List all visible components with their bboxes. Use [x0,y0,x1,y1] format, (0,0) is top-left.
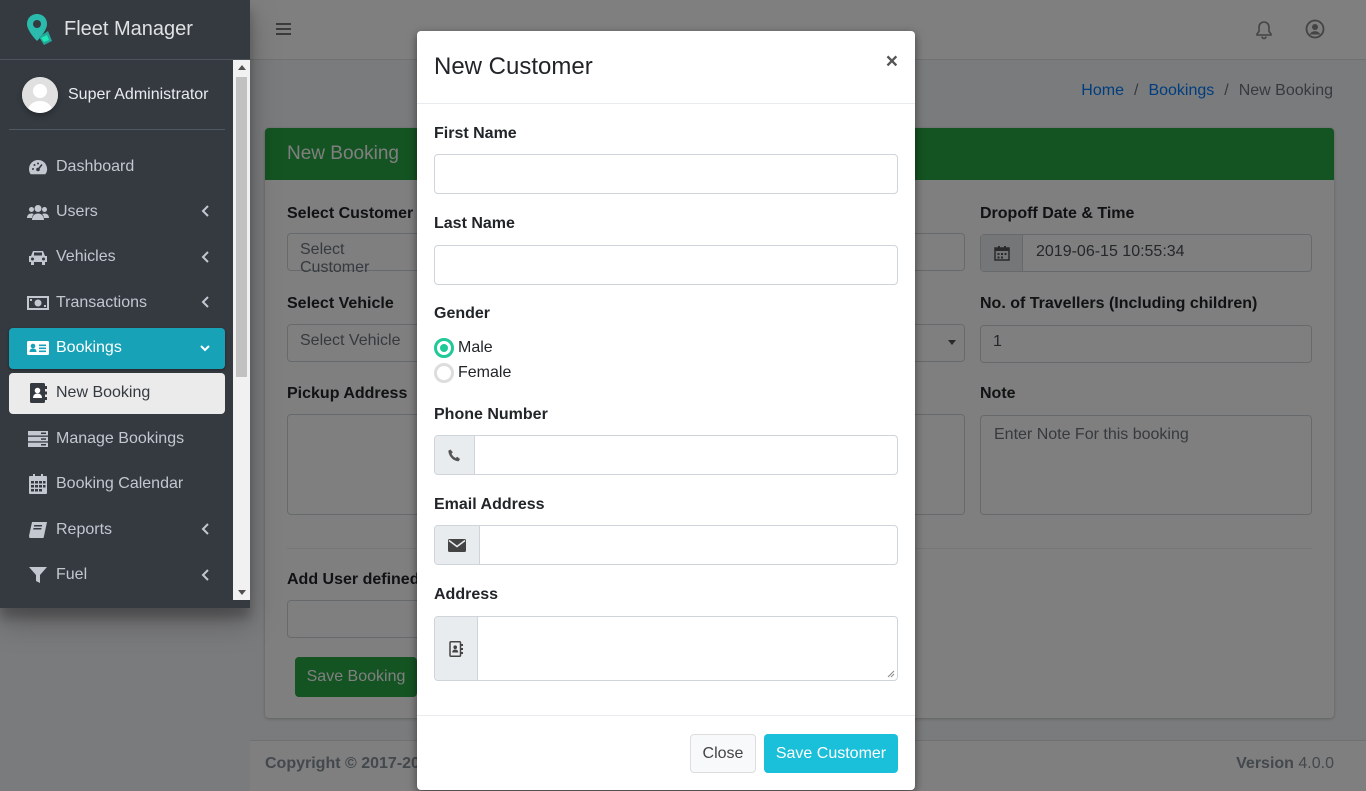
address-input-group [434,616,898,681]
sidebar-item-dashboard[interactable]: Dashboard [9,146,225,187]
fleet-logo-icon [27,13,52,45]
chevron-left-icon [201,296,209,308]
phone-label: Phone Number [434,406,548,423]
sidebar-item-reports[interactable]: Reports [9,509,225,550]
scroll-up-arrow-icon[interactable] [238,65,246,70]
gender-option-label: Female [458,364,512,381]
sidebar-item-label: New Booking [56,384,151,402]
save-customer-button[interactable]: Save Customer [764,734,898,773]
sidebar-nav: Dashboard Users Vehicles Transactions Bo… [9,146,225,600]
modal-title: New Customer [434,53,593,80]
scrollbar-thumb[interactable] [236,77,247,377]
sidebar-item-new-booking[interactable]: New Booking [9,372,225,414]
last-name-label: Last Name [434,215,515,232]
chevron-left-icon [201,523,209,535]
avatar [22,76,58,113]
sidebar-item-label: Transactions [56,293,147,311]
sidebar-item-label: Manage Bookings [56,429,185,447]
chevron-left-icon [201,205,209,218]
gender-option-label: Male [458,339,493,356]
brand[interactable]: Fleet Manager [0,0,250,60]
sidebar-item-vehicles[interactable]: Vehicles [9,237,225,278]
sidebar-item-label: Vehicles [56,248,116,266]
server-icon [27,429,49,449]
envelope-icon [435,526,480,564]
sidebar-item-label: Reports [56,520,113,538]
modal-footer: Close Save Customer [417,715,915,790]
sidebar-item-booking-calendar[interactable]: Booking Calendar [9,464,225,505]
close-icon[interactable]: × [886,50,898,74]
chevron-left-icon [201,568,209,581]
user-panel[interactable]: Super Administrator [9,60,225,130]
chevron-down-icon [200,344,210,351]
gender-label: Gender [434,305,491,322]
last-name-input[interactable] [434,245,898,285]
app-title: Fleet Manager [64,18,193,40]
sidebar-item-fuel[interactable]: Fuel [9,555,225,596]
calendar-icon [27,474,49,495]
sidebar-item-bookings[interactable]: Bookings [9,327,225,369]
email-label: Email Address [434,496,545,513]
radio-unselected[interactable] [434,363,454,383]
modal-header: New Customer × [417,31,915,104]
filter-icon [27,565,49,585]
sidebar-item-manage-bookings[interactable]: Manage Bookings [9,418,225,459]
email-input-group [434,525,898,565]
address-card-icon [27,338,49,358]
users-icon [27,202,49,222]
address-textarea[interactable] [478,617,897,680]
sidebar-item-label: Fuel [56,566,88,584]
phone-input[interactable] [475,436,897,474]
dashboard-icon [27,157,49,177]
phone-input-group [434,435,898,475]
sidebar-item-label: Dashboard [56,157,135,175]
close-button[interactable]: Close [690,734,756,773]
address-label: Address [434,586,499,603]
sidebar-item-transactions[interactable]: Transactions [9,282,225,323]
first-name-label: First Name [434,125,517,142]
sidebar-item-users[interactable]: Users [9,191,225,232]
address-book-icon [435,617,478,680]
phone-icon [435,436,475,474]
address-book-icon [27,383,49,404]
chevron-left-icon [201,251,209,263]
car-icon [27,247,49,267]
email-input[interactable] [480,526,897,564]
scroll-down-arrow-icon[interactable] [238,590,246,595]
money-icon [27,293,49,313]
resize-handle-icon[interactable] [887,670,895,678]
sidebar-item-label: Bookings [56,339,122,357]
sidebar: Fleet Manager Super Administrator Dashbo… [0,0,250,608]
book-icon [27,520,49,540]
gender-option-female[interactable]: Female [434,363,511,383]
sidebar-item-label: Booking Calendar [56,475,184,493]
radio-selected[interactable] [434,338,454,358]
gender-option-male[interactable]: Male [434,338,493,358]
first-name-input[interactable] [434,154,898,194]
sidebar-scrollbar[interactable] [233,60,250,600]
new-customer-modal: New Customer × First Name Last Name Gend… [417,31,915,790]
sidebar-item-label: Users [56,202,98,220]
user-name: Super Administrator [68,85,209,103]
